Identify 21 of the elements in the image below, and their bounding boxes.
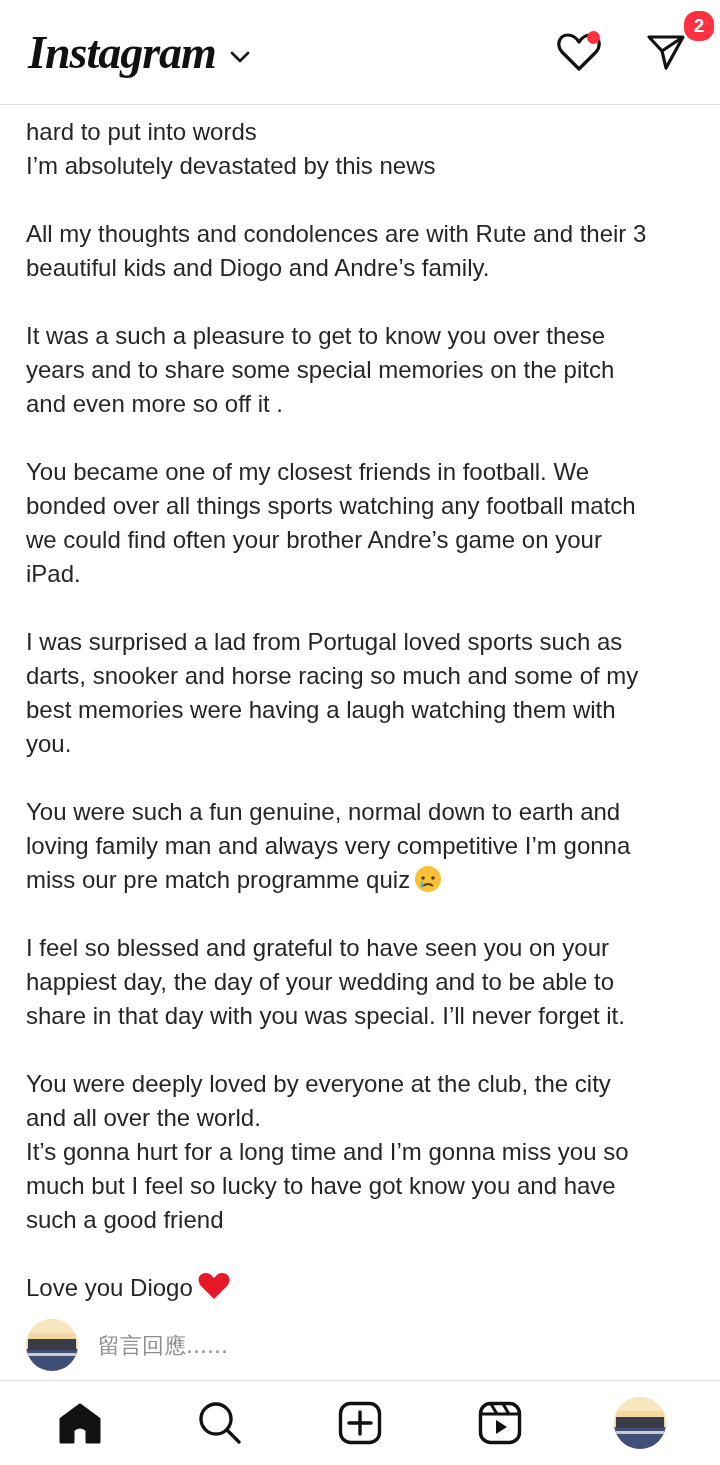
- caption-paragraph: You were such a fun genuine, normal down to earth and loving family man and always very competitive I’m gonna miss our pre match programme quiz: [26, 797, 632, 895]
- heart-icon: [196, 1271, 231, 1301]
- caption-paragraph: I feel so blessed and grateful to have seen you on your happiest day, the day of your wedding and to be able to share in that day with you was special. I’ll never forget it.: [26, 933, 626, 1031]
- caption-paragraph: You became one of my closest friends in football. We bonded over all things sports watching any football match we could find often your brother Andre’s game on your iPad.: [26, 457, 637, 589]
- home-icon: [58, 1402, 102, 1444]
- comment-field[interactable]: 留言回應......: [98, 1326, 694, 1364]
- send-icon[interactable]: [646, 33, 686, 71]
- caption-paragraph: It was a such a pleasure to get to know you over these years and to share some special memories on the pitch and even more so off it .: [26, 321, 616, 419]
- heart-icon[interactable]: [556, 31, 602, 73]
- search-icon: [198, 1401, 242, 1445]
- reels-icon: [478, 1401, 522, 1445]
- message-count-badge: 2: [682, 9, 716, 43]
- crying-face-icon: [414, 865, 443, 893]
- caption-paragraph: You were deeply loved by everyone at the club, the city and all over the world. It’s gonna hurt for a long time and I’m gonna miss you so much but I feel so lucky to have got know you and have such a good friend: [26, 1069, 630, 1235]
- caption-paragraph: hard to put into words I’m absolutely devastated by this news: [26, 117, 437, 181]
- chevron-down-icon[interactable]: [229, 51, 250, 63]
- add-post-icon: [338, 1401, 382, 1445]
- caption-paragraph: Love you Diogo: [26, 1271, 694, 1305]
- instagram-logo[interactable]: Instagram: [28, 25, 216, 79]
- caption-paragraph: All my thoughts and condolences are with Rute and their 3 beautiful kids and Diogo and Andre’s family.: [26, 219, 648, 283]
- caption-paragraph: I was surprised a lad from Portugal loved sports such as darts, snooker and horse racing so much and some of my best memories were having a laugh watching them with you.: [26, 627, 640, 759]
